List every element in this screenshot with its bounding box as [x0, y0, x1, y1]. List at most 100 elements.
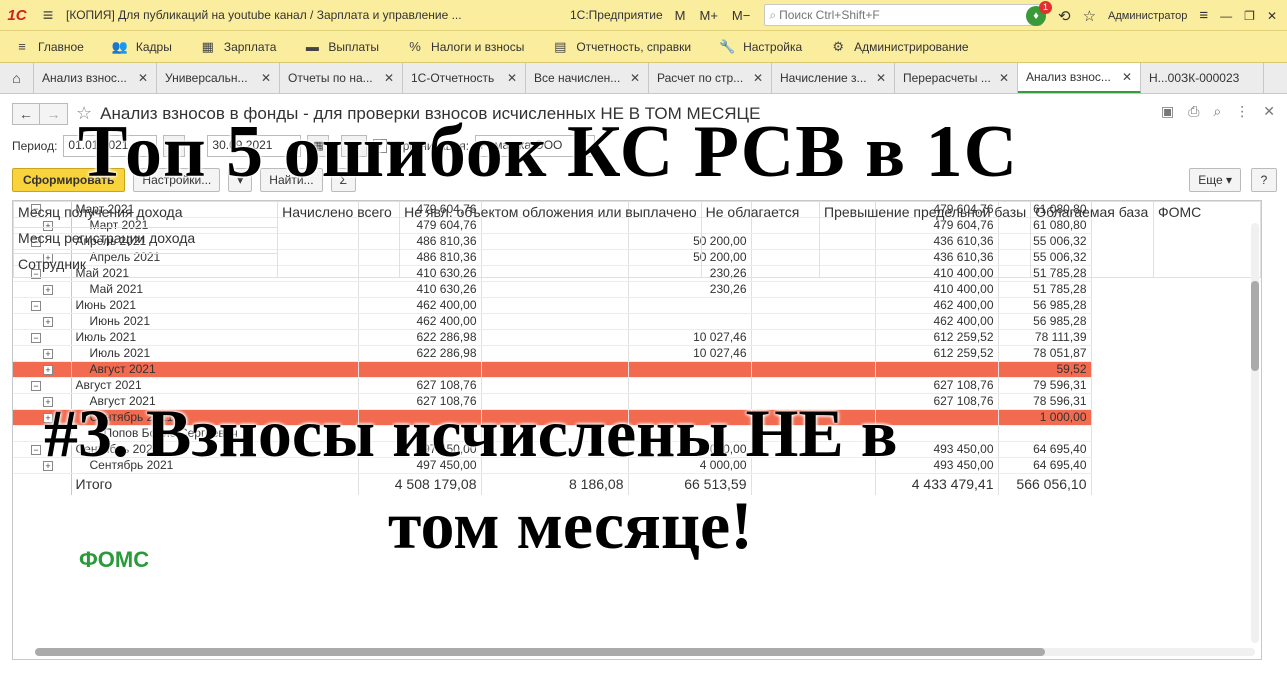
more-button[interactable]: Еще ▾	[1189, 168, 1241, 192]
column-header: ФОМС	[1152, 201, 1261, 278]
home-icon[interactable]: ⌂	[0, 63, 34, 93]
tab-active[interactable]: Анализ взнос... ✕	[1018, 63, 1141, 93]
row-label: Май 2021	[71, 281, 359, 298]
back-button[interactable]: ←	[12, 102, 40, 125]
table-cell: 230,26	[628, 281, 752, 298]
table-cell: 627 108,76	[358, 377, 482, 394]
collapse-icon[interactable]: −	[31, 380, 41, 391]
collapse-icon[interactable]: −	[31, 444, 41, 455]
section-salary[interactable]: ▦ Зарплата	[186, 39, 291, 55]
collapse-icon[interactable]: −	[31, 332, 41, 343]
section-main[interactable]: ≡ Главное	[0, 39, 98, 54]
expand-icon[interactable]: +	[43, 316, 53, 327]
tab[interactable]: Начисление з... ✕	[772, 63, 895, 93]
table-row[interactable]: + Июль 2021 622 286,98 10 027,46 612 259,52 7…	[13, 345, 1092, 362]
close-icon[interactable]: ✕	[1267, 9, 1277, 23]
help-button[interactable]: ?	[1251, 168, 1277, 192]
restore-icon[interactable]: ❐	[1244, 9, 1255, 23]
table-row[interactable]: + Май 2021 410 630,26 230,26 410 400,00 51 78…	[13, 281, 1092, 298]
notifications-badge: 1	[1039, 0, 1052, 14]
overlay-caption-line2: #3. Взносы исчислены НЕ в	[44, 395, 898, 471]
tab[interactable]: Расчет по стр... ✕	[649, 63, 772, 93]
expand-icon[interactable]: +	[43, 348, 53, 359]
table-row[interactable]: − Июль 2021 622 286,98 10 027,46 612 259,52 7…	[13, 329, 1092, 346]
close-icon[interactable]: ✕	[1263, 103, 1275, 120]
section-reports[interactable]: ▤ Отчетность, справки	[538, 39, 705, 55]
table-row[interactable]: + Июнь 2021 462 400,00 462 400,00 56 985,28	[13, 313, 1092, 330]
print-icon[interactable]: ⎙	[1188, 103, 1199, 120]
horizontal-scrollbar[interactable]	[35, 648, 1255, 656]
tab-label: Расчет по стр...	[657, 71, 744, 85]
expand-icon[interactable]: +	[43, 284, 53, 295]
table-row-highlighted[interactable]: + Август 2021 59,52	[13, 361, 1092, 378]
row-label: Август 2021	[71, 361, 359, 378]
table-row[interactable]: − Август 2021 627 108,76 627 108,76 79 596,3…	[13, 377, 1092, 394]
scroll-thumb[interactable]	[1251, 281, 1259, 371]
close-icon[interactable]: ✕	[876, 71, 886, 85]
tab[interactable]: Отчеты по на... ✕	[280, 63, 403, 93]
close-icon[interactable]: ✕	[507, 71, 517, 85]
section-hr[interactable]: 👥 Кадры	[98, 39, 186, 55]
wrench-icon: 🔧	[719, 38, 736, 54]
row-label: Сотрудник	[18, 256, 87, 272]
table-cell	[481, 377, 629, 394]
section-taxes[interactable]: % Налоги и взносы	[393, 39, 538, 54]
tab[interactable]: 1С-Отчетность ✕	[403, 63, 526, 93]
vertical-scrollbar[interactable]	[1251, 223, 1259, 643]
tree-cell: −	[13, 329, 72, 346]
close-icon[interactable]: ✕	[630, 71, 640, 85]
notifications-icon[interactable]: ♦ 1	[1026, 0, 1052, 26]
preview-icon[interactable]: ⌕	[1213, 103, 1221, 120]
main-menu-icon[interactable]: ≡	[34, 5, 62, 26]
minimize-icon[interactable]: —	[1220, 9, 1232, 23]
column-header: Начислено всего	[277, 201, 401, 278]
section-label: Отчетность, справки	[576, 39, 692, 54]
favorites-star-icon[interactable]: ☆	[1083, 7, 1096, 25]
document-icon: ▤	[554, 38, 567, 54]
column-header: Облагаемая база	[1030, 201, 1154, 278]
tab-label: Н...00ЗК-000023	[1149, 71, 1240, 85]
section-payments[interactable]: ▬ Выплаты	[290, 39, 393, 54]
percent-icon: %	[409, 39, 421, 54]
section-label: Администрирование	[854, 39, 969, 54]
section-admin[interactable]: ⚙ Администрирование	[816, 39, 982, 55]
scroll-thumb[interactable]	[35, 648, 1045, 656]
tree-cell	[13, 473, 72, 495]
section-setup[interactable]: 🔧 Настройка	[705, 39, 816, 55]
collapse-icon[interactable]: −	[31, 300, 41, 311]
column-header: Не явл. объектом обложения или выплачено	[399, 201, 702, 278]
expand-icon[interactable]: +	[43, 364, 53, 375]
close-icon[interactable]: ✕	[999, 71, 1009, 85]
tab[interactable]: Перерасчеты ... ✕	[895, 63, 1018, 93]
memory-plus-button[interactable]: M+	[699, 8, 717, 23]
close-icon[interactable]: ✕	[138, 71, 148, 85]
tab[interactable]: Универсальн... ✕	[157, 63, 280, 93]
history-icon[interactable]: ⟲	[1058, 7, 1071, 25]
memory-m-button[interactable]: M	[675, 8, 686, 23]
save-icon[interactable]: ▣	[1161, 103, 1174, 120]
tab-label: Отчеты по на...	[288, 71, 373, 85]
tab[interactable]: Н...00ЗК-000023	[1141, 63, 1264, 93]
search-input[interactable]	[779, 8, 1030, 22]
section-label: Кадры	[135, 39, 172, 54]
close-icon[interactable]: ✕	[384, 71, 394, 85]
table-cell: 462 400,00	[358, 297, 482, 314]
tab-label: Универсальн...	[165, 71, 248, 85]
close-icon[interactable]: ✕	[753, 71, 763, 85]
table-cell	[628, 313, 752, 330]
user-name[interactable]: Администратор	[1108, 10, 1187, 22]
table-cell	[628, 297, 752, 314]
forward-button[interactable]: →	[40, 102, 68, 125]
close-icon[interactable]: ✕	[1122, 70, 1132, 84]
close-icon[interactable]: ✕	[261, 71, 271, 85]
overlay-caption-line3: том месяце!	[388, 487, 753, 563]
tab-label: Анализ взнос...	[1026, 70, 1111, 84]
global-search[interactable]: ⌕	[764, 4, 1043, 26]
memory-minus-button[interactable]: M−	[732, 8, 750, 23]
tab[interactable]: Все начислен... ✕	[526, 63, 649, 93]
settings-menu-icon[interactable]: ≡	[1199, 7, 1208, 24]
tab[interactable]: Анализ взнос... ✕	[34, 63, 157, 93]
more-menu-icon[interactable]: ⋮	[1235, 103, 1249, 120]
table-cell: 1 000,00	[998, 409, 1092, 426]
table-row[interactable]: − Июнь 2021 462 400,00 462 400,00 56 985,28	[13, 297, 1092, 314]
